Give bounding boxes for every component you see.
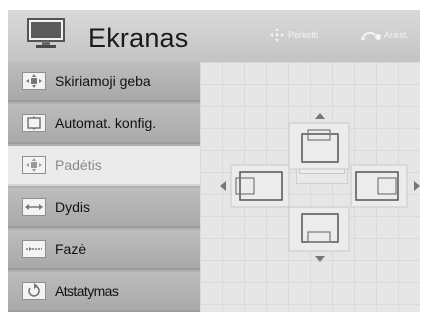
page-title: Ekranas: [88, 23, 189, 53]
sidebar-item-size[interactable]: Dydis: [8, 188, 200, 228]
phase-icon: [22, 240, 46, 258]
sidebar-item-label: Atstatymas: [55, 283, 119, 299]
hint-move-label: Perkelti: [288, 30, 319, 40]
size-icon: [22, 198, 46, 216]
position-pad-area: [200, 62, 420, 312]
position-up-button[interactable]: [299, 132, 345, 174]
sidebar-item-label: Automat. konfig.: [55, 115, 157, 131]
hint-back-label: Ankst.: [384, 30, 410, 40]
sidebar-item-reset[interactable]: Atstatymas: [8, 272, 200, 312]
sidebar-item-phase[interactable]: Fazė: [8, 230, 200, 270]
reset-icon: [22, 282, 46, 300]
sidebar-item-label: Fazė: [55, 241, 87, 257]
sidebar-menu: Skiriamoji geba Automat. konfig. Padėtis…: [8, 62, 208, 312]
sidebar-item-position[interactable]: Padėtis: [8, 146, 208, 186]
resolution-icon: [22, 72, 46, 90]
back-icon[interactable]: [360, 30, 382, 41]
sidebar-item-resolution[interactable]: Skiriamoji geba: [8, 62, 200, 102]
screen-menu: Ekranas Perkelti Ankst. Skiriamoji geba …: [8, 10, 420, 312]
menu-header: Ekranas Perkelti Ankst.: [8, 10, 420, 62]
sidebar-item-auto-config[interactable]: Automat. konfig.: [8, 104, 200, 144]
sidebar-item-label: Skiriamoji geba: [55, 73, 151, 89]
position-icon: [22, 156, 46, 174]
sidebar-item-label: Dydis: [55, 199, 91, 215]
monitor-icon: [27, 18, 65, 48]
move-arrows-icon: [270, 28, 284, 42]
sidebar-item-label: Padėtis: [55, 157, 102, 173]
auto-config-icon: [22, 114, 46, 132]
